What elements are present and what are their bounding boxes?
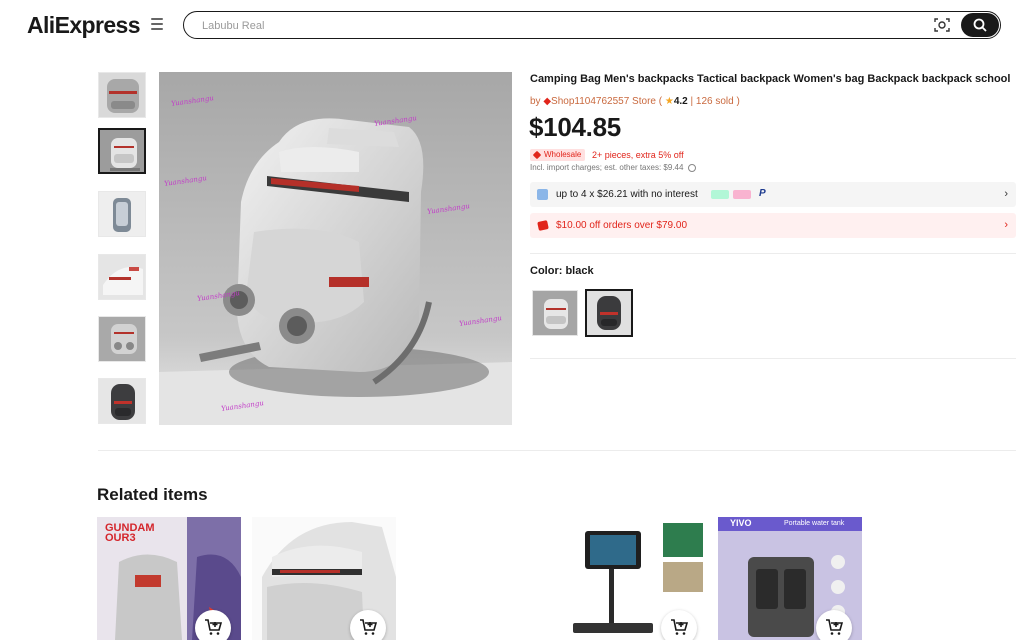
related-items-title: Related items [97,485,208,504]
add-to-cart-button[interactable] [195,610,231,640]
card-banner-text: Portable water tank [784,520,845,527]
installment-text: up to 4 x $26.21 with no interest [556,189,698,200]
coupon-text: $10.00 off orders over $79.00 [556,220,688,231]
gundam-title: GUNDAM OUR3 [105,522,155,544]
image-search-icon[interactable] [934,17,950,33]
search-input[interactable] [202,17,902,34]
chevron-right-icon: › [1004,188,1008,200]
klarna-logo [711,190,729,199]
hamburger-menu-icon[interactable] [151,18,163,30]
related-item-card[interactable] [563,517,707,640]
wholesale-promo: 2+ pieces, extra 5% off [592,150,684,160]
installment-option[interactable]: up to 4 x $26.21 with no interest P › [530,182,1016,207]
color-swatch-white[interactable] [532,290,578,336]
related-item-card[interactable]: YIVO Portable water tank [718,517,862,640]
yivo-brand: YIVO [730,518,752,528]
tax-info: Incl. import charges; est. other taxes: … [530,163,696,172]
coupon-icon [537,220,549,231]
rating-value: 4.2 [673,96,688,107]
info-icon[interactable] [687,163,696,172]
search-icon [973,18,987,32]
afterpay-logo [733,190,751,199]
installment-icon [537,189,548,200]
related-item-card[interactable]: GUNDAM OUR3 [97,517,241,640]
search-button[interactable] [961,13,999,37]
selected-color: black [565,265,594,277]
coupon-offer[interactable]: $10.00 off orders over $79.00 › [530,213,1016,238]
search-bar [183,11,1001,39]
thumbnail-5[interactable] [98,316,146,362]
sold-count: 126 sold [695,96,734,107]
paypal-logo: P [759,188,766,199]
thumbnail-6[interactable] [98,378,146,424]
divider [530,253,1016,254]
related-item-card[interactable] [252,517,396,640]
store-info: by ◆Shop1104762557 Store ( ★4.2 | 126 so… [530,96,740,107]
add-to-cart-button[interactable] [350,610,386,640]
star-icon: ★ [664,96,674,107]
thumbnail-4[interactable] [98,254,146,300]
main-product-image[interactable]: Yuanshangu Yuanshangu Yuanshangu Yuansha… [159,72,512,425]
cart-icon [205,619,222,635]
add-to-cart-button[interactable] [661,610,697,640]
color-swatch-black[interactable] [585,289,633,337]
cart-icon [671,619,688,635]
thumbnail-1[interactable] [98,72,146,118]
aliexpress-logo[interactable]: AliExpress [27,12,141,39]
chevron-right-icon: › [1004,219,1008,231]
store-link[interactable]: Shop1104762557 Store [551,96,656,107]
thumbnail-3[interactable] [98,191,146,237]
thumbnail-2[interactable] [98,128,146,174]
cart-icon [826,619,843,635]
divider [98,450,1016,451]
divider [530,358,1016,359]
cart-icon [360,619,377,635]
site-header: AliExpress [0,0,1024,52]
add-to-cart-button[interactable] [816,610,852,640]
wholesale-badge: Wholesale [530,149,586,161]
product-price: $104.85 [529,112,621,142]
product-title: Camping Bag Men's backpacks Tactical bac… [530,73,1011,85]
color-label: Color: black [530,265,594,277]
